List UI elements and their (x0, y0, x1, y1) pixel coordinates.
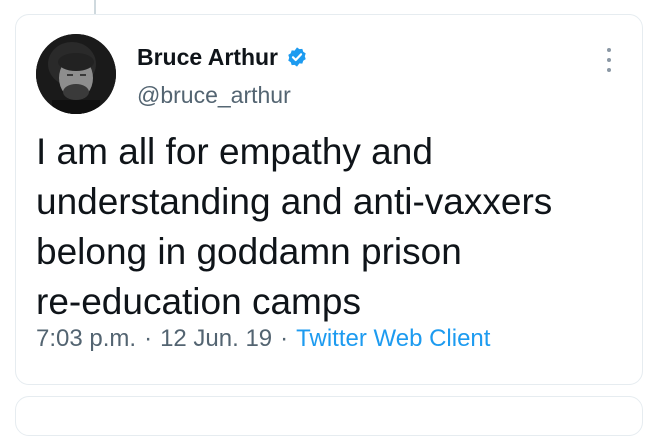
separator-dot: · (144, 325, 153, 352)
next-tweet-card[interactable] (15, 396, 643, 436)
verified-badge-icon (288, 47, 306, 67)
more-options-icon[interactable] (604, 48, 614, 72)
tweet-text-line: I am all for empathy and (36, 131, 433, 172)
tweet-text: I am all for empathy and understanding a… (36, 127, 626, 327)
author-name-row[interactable]: Bruce Arthur (137, 42, 308, 72)
author-avatar[interactable] (36, 34, 116, 114)
author-name[interactable]: Bruce Arthur (137, 44, 278, 71)
tweet-date[interactable]: 12 Jun. 19 (160, 325, 272, 353)
tweet-time[interactable]: 7:03 p.m. (36, 325, 136, 353)
tweet-client-link[interactable]: Twitter Web Client (296, 325, 490, 353)
tweet-text-line: understanding and anti-vaxxers (36, 181, 553, 222)
tweet-metadata: 7:03 p.m. · 12 Jun. 19 · Twitter Web Cli… (36, 325, 490, 353)
separator-dot: · (280, 325, 289, 352)
person-avatar-icon (36, 34, 116, 114)
author-handle[interactable]: @bruce_arthur (137, 82, 291, 109)
tweet-text-line: belong in goddamn prison (36, 231, 462, 272)
tweet-text-line: re-education camps (36, 281, 361, 322)
